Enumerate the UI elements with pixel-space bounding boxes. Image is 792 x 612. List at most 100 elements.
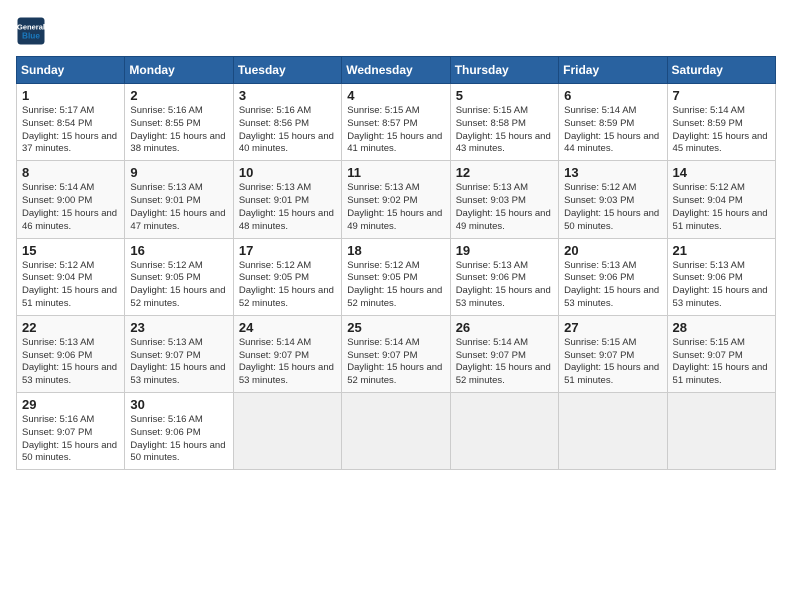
- day-info: Sunrise: 5:12 AMSunset: 9:05 PMDaylight:…: [239, 260, 334, 309]
- calendar-cell: 11 Sunrise: 5:13 AMSunset: 9:02 PMDaylig…: [342, 161, 450, 238]
- calendar-cell: 26 Sunrise: 5:14 AMSunset: 9:07 PMDaylig…: [450, 315, 558, 392]
- calendar-table: SundayMondayTuesdayWednesdayThursdayFrid…: [16, 56, 776, 470]
- calendar-cell: [233, 393, 341, 470]
- calendar-cell: 21 Sunrise: 5:13 AMSunset: 9:06 PMDaylig…: [667, 238, 775, 315]
- day-number: 24: [239, 320, 336, 335]
- calendar-cell: [559, 393, 667, 470]
- col-header-tuesday: Tuesday: [233, 57, 341, 84]
- day-number: 21: [673, 243, 770, 258]
- calendar-cell: 25 Sunrise: 5:14 AMSunset: 9:07 PMDaylig…: [342, 315, 450, 392]
- day-info: Sunrise: 5:14 AMSunset: 9:07 PMDaylight:…: [347, 337, 442, 386]
- day-info: Sunrise: 5:13 AMSunset: 9:01 PMDaylight:…: [130, 182, 225, 231]
- calendar-cell: 7 Sunrise: 5:14 AMSunset: 8:59 PMDayligh…: [667, 84, 775, 161]
- day-number: 17: [239, 243, 336, 258]
- calendar-cell: 1 Sunrise: 5:17 AMSunset: 8:54 PMDayligh…: [17, 84, 125, 161]
- day-number: 11: [347, 165, 444, 180]
- day-info: Sunrise: 5:13 AMSunset: 9:06 PMDaylight:…: [564, 260, 659, 309]
- calendar-cell: 23 Sunrise: 5:13 AMSunset: 9:07 PMDaylig…: [125, 315, 233, 392]
- calendar-cell: [667, 393, 775, 470]
- calendar-cell: 28 Sunrise: 5:15 AMSunset: 9:07 PMDaylig…: [667, 315, 775, 392]
- day-info: Sunrise: 5:12 AMSunset: 9:04 PMDaylight:…: [22, 260, 117, 309]
- col-header-thursday: Thursday: [450, 57, 558, 84]
- calendar-cell: 17 Sunrise: 5:12 AMSunset: 9:05 PMDaylig…: [233, 238, 341, 315]
- svg-text:Blue: Blue: [22, 32, 40, 41]
- day-number: 16: [130, 243, 227, 258]
- day-info: Sunrise: 5:13 AMSunset: 9:06 PMDaylight:…: [673, 260, 768, 309]
- day-info: Sunrise: 5:14 AMSunset: 9:07 PMDaylight:…: [456, 337, 551, 386]
- day-info: Sunrise: 5:13 AMSunset: 9:06 PMDaylight:…: [22, 337, 117, 386]
- day-number: 9: [130, 165, 227, 180]
- day-number: 22: [22, 320, 119, 335]
- day-number: 8: [22, 165, 119, 180]
- calendar-cell: 10 Sunrise: 5:13 AMSunset: 9:01 PMDaylig…: [233, 161, 341, 238]
- day-info: Sunrise: 5:13 AMSunset: 9:03 PMDaylight:…: [456, 182, 551, 231]
- day-number: 4: [347, 88, 444, 103]
- day-info: Sunrise: 5:13 AMSunset: 9:01 PMDaylight:…: [239, 182, 334, 231]
- day-info: Sunrise: 5:13 AMSunset: 9:07 PMDaylight:…: [130, 337, 225, 386]
- day-number: 2: [130, 88, 227, 103]
- calendar-cell: 4 Sunrise: 5:15 AMSunset: 8:57 PMDayligh…: [342, 84, 450, 161]
- day-number: 7: [673, 88, 770, 103]
- day-info: Sunrise: 5:14 AMSunset: 8:59 PMDaylight:…: [673, 105, 768, 154]
- header: General Blue: [16, 16, 776, 46]
- calendar-cell: [342, 393, 450, 470]
- svg-text:General: General: [17, 23, 45, 32]
- day-number: 6: [564, 88, 661, 103]
- day-info: Sunrise: 5:16 AMSunset: 9:07 PMDaylight:…: [22, 414, 117, 463]
- calendar-cell: 20 Sunrise: 5:13 AMSunset: 9:06 PMDaylig…: [559, 238, 667, 315]
- day-info: Sunrise: 5:14 AMSunset: 8:59 PMDaylight:…: [564, 105, 659, 154]
- calendar-cell: 16 Sunrise: 5:12 AMSunset: 9:05 PMDaylig…: [125, 238, 233, 315]
- col-header-monday: Monday: [125, 57, 233, 84]
- day-info: Sunrise: 5:16 AMSunset: 9:06 PMDaylight:…: [130, 414, 225, 463]
- day-info: Sunrise: 5:14 AMSunset: 9:07 PMDaylight:…: [239, 337, 334, 386]
- calendar-cell: 13 Sunrise: 5:12 AMSunset: 9:03 PMDaylig…: [559, 161, 667, 238]
- day-info: Sunrise: 5:13 AMSunset: 9:02 PMDaylight:…: [347, 182, 442, 231]
- logo-icon: General Blue: [16, 16, 46, 46]
- day-number: 30: [130, 397, 227, 412]
- calendar-cell: 18 Sunrise: 5:12 AMSunset: 9:05 PMDaylig…: [342, 238, 450, 315]
- calendar-cell: 14 Sunrise: 5:12 AMSunset: 9:04 PMDaylig…: [667, 161, 775, 238]
- day-number: 27: [564, 320, 661, 335]
- calendar-cell: 2 Sunrise: 5:16 AMSunset: 8:55 PMDayligh…: [125, 84, 233, 161]
- day-info: Sunrise: 5:13 AMSunset: 9:06 PMDaylight:…: [456, 260, 551, 309]
- calendar-cell: 12 Sunrise: 5:13 AMSunset: 9:03 PMDaylig…: [450, 161, 558, 238]
- day-number: 10: [239, 165, 336, 180]
- day-number: 23: [130, 320, 227, 335]
- calendar-cell: 15 Sunrise: 5:12 AMSunset: 9:04 PMDaylig…: [17, 238, 125, 315]
- calendar-cell: 19 Sunrise: 5:13 AMSunset: 9:06 PMDaylig…: [450, 238, 558, 315]
- day-info: Sunrise: 5:15 AMSunset: 8:57 PMDaylight:…: [347, 105, 442, 154]
- day-number: 20: [564, 243, 661, 258]
- calendar-cell: [450, 393, 558, 470]
- day-number: 15: [22, 243, 119, 258]
- day-info: Sunrise: 5:15 AMSunset: 9:07 PMDaylight:…: [564, 337, 659, 386]
- day-info: Sunrise: 5:12 AMSunset: 9:05 PMDaylight:…: [130, 260, 225, 309]
- day-info: Sunrise: 5:17 AMSunset: 8:54 PMDaylight:…: [22, 105, 117, 154]
- col-header-friday: Friday: [559, 57, 667, 84]
- day-info: Sunrise: 5:12 AMSunset: 9:04 PMDaylight:…: [673, 182, 768, 231]
- calendar-cell: 30 Sunrise: 5:16 AMSunset: 9:06 PMDaylig…: [125, 393, 233, 470]
- day-info: Sunrise: 5:15 AMSunset: 8:58 PMDaylight:…: [456, 105, 551, 154]
- day-info: Sunrise: 5:14 AMSunset: 9:00 PMDaylight:…: [22, 182, 117, 231]
- calendar-cell: 3 Sunrise: 5:16 AMSunset: 8:56 PMDayligh…: [233, 84, 341, 161]
- calendar-cell: 22 Sunrise: 5:13 AMSunset: 9:06 PMDaylig…: [17, 315, 125, 392]
- day-number: 28: [673, 320, 770, 335]
- logo: General Blue: [16, 16, 46, 46]
- day-number: 14: [673, 165, 770, 180]
- calendar-cell: 9 Sunrise: 5:13 AMSunset: 9:01 PMDayligh…: [125, 161, 233, 238]
- day-info: Sunrise: 5:16 AMSunset: 8:56 PMDaylight:…: [239, 105, 334, 154]
- day-number: 1: [22, 88, 119, 103]
- calendar-cell: 8 Sunrise: 5:14 AMSunset: 9:00 PMDayligh…: [17, 161, 125, 238]
- day-number: 18: [347, 243, 444, 258]
- day-number: 29: [22, 397, 119, 412]
- col-header-sunday: Sunday: [17, 57, 125, 84]
- day-number: 12: [456, 165, 553, 180]
- calendar-cell: 27 Sunrise: 5:15 AMSunset: 9:07 PMDaylig…: [559, 315, 667, 392]
- calendar-cell: 29 Sunrise: 5:16 AMSunset: 9:07 PMDaylig…: [17, 393, 125, 470]
- day-info: Sunrise: 5:15 AMSunset: 9:07 PMDaylight:…: [673, 337, 768, 386]
- col-header-wednesday: Wednesday: [342, 57, 450, 84]
- day-number: 26: [456, 320, 553, 335]
- day-number: 25: [347, 320, 444, 335]
- day-info: Sunrise: 5:16 AMSunset: 8:55 PMDaylight:…: [130, 105, 225, 154]
- calendar-cell: 5 Sunrise: 5:15 AMSunset: 8:58 PMDayligh…: [450, 84, 558, 161]
- calendar-cell: 24 Sunrise: 5:14 AMSunset: 9:07 PMDaylig…: [233, 315, 341, 392]
